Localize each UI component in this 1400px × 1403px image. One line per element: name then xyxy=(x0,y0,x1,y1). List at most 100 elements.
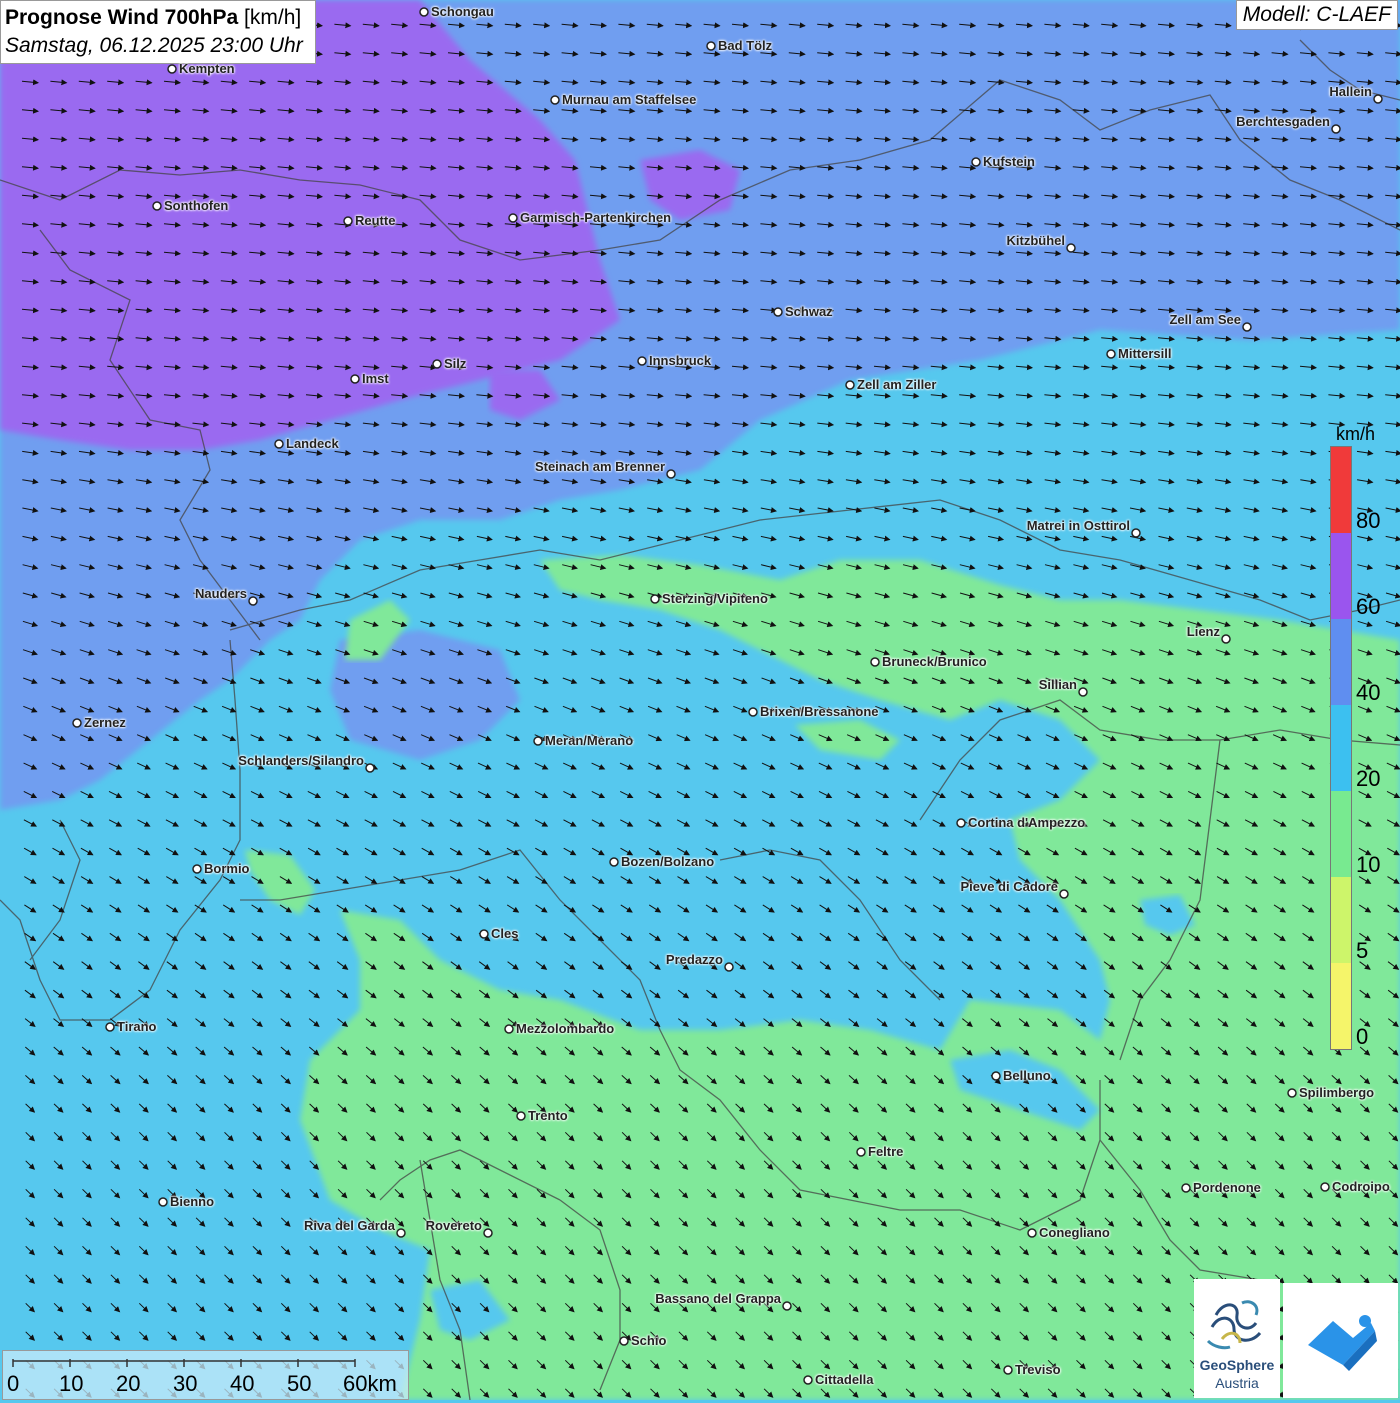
city-marker xyxy=(480,930,488,938)
city-label: Sonthofen xyxy=(164,198,228,213)
city-marker xyxy=(505,1025,513,1033)
title-main: Prognose Wind 700hPa xyxy=(5,6,238,29)
legend-seg-20 xyxy=(1331,705,1351,791)
city-marker xyxy=(73,719,81,727)
geosphere-logo[interactable]: GeoSphere Austria xyxy=(1194,1279,1280,1398)
city-label: Garmisch-Partenkirchen xyxy=(520,210,671,225)
city-label: Kempten xyxy=(179,61,235,76)
scale-tick-50: 50 xyxy=(287,1371,311,1397)
city-marker xyxy=(397,1229,405,1237)
city-label: Berchtesgaden xyxy=(1236,114,1330,129)
city-label: Zernez xyxy=(84,715,126,730)
city-marker xyxy=(1182,1184,1190,1192)
city-marker xyxy=(1132,529,1140,537)
city-label: Murnau am Staffelsee xyxy=(562,92,696,107)
model-label: Modell: C-LAEF xyxy=(1236,0,1398,30)
city-label: Hallein xyxy=(1329,84,1372,99)
city-label: Innsbruck xyxy=(649,353,711,368)
app-logo[interactable] xyxy=(1283,1283,1398,1398)
city-label: Codroipo xyxy=(1332,1179,1390,1194)
city-marker xyxy=(1060,890,1068,898)
city-label: Reutte xyxy=(355,213,395,228)
city-label: Lienz xyxy=(1187,624,1220,639)
scale-tick-40: 40 xyxy=(230,1371,254,1397)
scale-bar: 0 10 20 30 40 50 60km xyxy=(2,1350,409,1400)
city-label: Treviso xyxy=(1015,1362,1061,1377)
scale-tick-20: 20 xyxy=(116,1371,140,1397)
legend-bar xyxy=(1330,446,1352,1050)
city-marker xyxy=(484,1229,492,1237)
city-marker xyxy=(620,1337,628,1345)
geosphere-emblem-icon xyxy=(1194,1285,1280,1360)
legend-label-40: 40 xyxy=(1356,680,1380,706)
city-label: Trento xyxy=(528,1108,568,1123)
city-label: Pordenone xyxy=(1193,1180,1261,1195)
city-marker xyxy=(193,865,201,873)
scale-tick-30: 30 xyxy=(173,1371,197,1397)
city-label: Zell am See xyxy=(1169,312,1241,327)
city-marker xyxy=(344,217,352,225)
city-marker xyxy=(1321,1183,1329,1191)
city-marker xyxy=(749,708,757,716)
legend-seg-10 xyxy=(1331,791,1351,877)
city-label: Conegliano xyxy=(1039,1225,1110,1240)
legend: km/h 80 60 40 20 10 5 0 xyxy=(1322,422,1386,1052)
city-marker xyxy=(159,1198,167,1206)
city-label: Schwaz xyxy=(785,304,833,319)
city-label: Zell am Ziller xyxy=(857,377,936,392)
city-label: Bienno xyxy=(170,1194,214,1209)
city-label: Bozen/Bolzano xyxy=(621,854,714,869)
city-label: Belluno xyxy=(1003,1068,1051,1083)
city-label: Schlanders/Silandro xyxy=(238,753,364,768)
city-label: Schongau xyxy=(431,4,494,19)
city-label: Sterzing/Vipiteno xyxy=(662,591,768,606)
city-marker xyxy=(610,858,618,866)
city-marker xyxy=(651,595,659,603)
city-marker xyxy=(1028,1229,1036,1237)
city-label: Imst xyxy=(362,371,389,386)
city-marker xyxy=(1288,1089,1296,1097)
city-marker xyxy=(1067,244,1075,252)
legend-label-80: 80 xyxy=(1356,508,1380,534)
city-marker xyxy=(517,1112,525,1120)
city-marker xyxy=(275,440,283,448)
city-label: Meran/Merano xyxy=(545,733,633,748)
city-marker xyxy=(857,1148,865,1156)
city-label: Feltre xyxy=(868,1144,903,1159)
city-label: Cittadella xyxy=(815,1372,874,1387)
logo-text-austria: Austria xyxy=(1194,1375,1280,1391)
scale-tick-0: 0 xyxy=(7,1371,19,1397)
city-marker xyxy=(1079,688,1087,696)
legend-seg-0 xyxy=(1331,963,1351,1049)
city-label: Kitzbühel xyxy=(1007,233,1066,248)
legend-seg-5 xyxy=(1331,877,1351,963)
city-label: Schio xyxy=(631,1333,666,1348)
legend-unit: km/h xyxy=(1336,424,1375,445)
city-label: Mittersill xyxy=(1118,346,1171,361)
city-marker xyxy=(366,764,374,772)
city-marker xyxy=(1374,95,1382,103)
city-marker xyxy=(1107,350,1115,358)
city-label: Silz xyxy=(444,356,466,371)
legend-seg-80 xyxy=(1331,447,1351,533)
city-marker xyxy=(667,470,675,478)
city-marker xyxy=(153,202,161,210)
city-marker xyxy=(351,375,359,383)
city-marker xyxy=(707,42,715,50)
legend-label-60: 60 xyxy=(1356,594,1380,620)
legend-label-20: 20 xyxy=(1356,766,1380,792)
city-marker xyxy=(638,357,646,365)
city-marker xyxy=(1243,323,1251,331)
legend-label-0: 0 xyxy=(1356,1024,1368,1050)
forecast-datetime: Samstag, 06.12.2025 23:00 Uhr xyxy=(5,32,303,59)
city-marker xyxy=(433,360,441,368)
logo-text-geosphere: GeoSphere xyxy=(1194,1357,1280,1373)
city-label: Steinach am Brenner xyxy=(535,459,665,474)
city-label: Bruneck/Brunico xyxy=(882,654,987,669)
city-label: Nauders xyxy=(195,586,247,601)
scale-tick-10: 10 xyxy=(59,1371,83,1397)
city-marker xyxy=(992,1072,1000,1080)
city-label: Cortina d'Ampezzo xyxy=(968,815,1085,830)
legend-label-5: 5 xyxy=(1356,938,1368,964)
city-marker xyxy=(774,308,782,316)
